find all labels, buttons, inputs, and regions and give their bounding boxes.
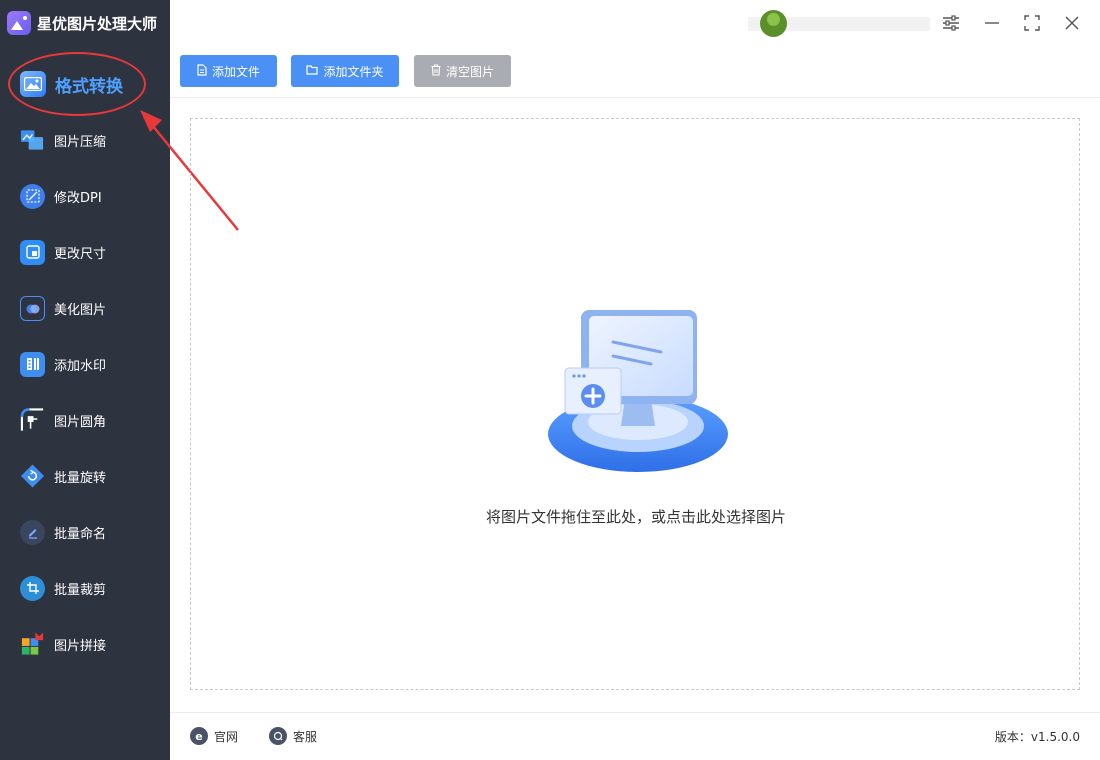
sidebar-item-label: 添加水印: [54, 358, 107, 374]
resize-icon: [20, 239, 45, 265]
sidebar-item-label: 图片压缩: [54, 134, 107, 150]
add-folder-button[interactable]: 添加文件夹: [291, 55, 399, 87]
sidebar-item-watermark[interactable]: 添加水印: [0, 336, 170, 392]
sidebar-item-resize[interactable]: 更改尺寸: [0, 224, 170, 280]
sidebar-item-label: 格式转换: [55, 76, 123, 97]
customer-service-label: 客服: [293, 729, 318, 744]
sidebar-item-rounded-corner[interactable]: 图片圆角: [0, 392, 170, 448]
sidebar-item-label: 图片拼接: [54, 638, 107, 654]
crop-icon: [20, 575, 45, 601]
folder-icon: [306, 64, 319, 78]
sidebar-item-stitch[interactable]: 图片拼接: [0, 616, 170, 672]
file-icon: [197, 63, 207, 79]
compress-icon: [20, 128, 45, 153]
sidebar-item-label: 图片圆角: [54, 414, 107, 430]
sidebar-item-format-convert[interactable]: 格式转换: [0, 56, 170, 112]
minimize-icon[interactable]: [981, 12, 1003, 34]
sidebar-item-beautify[interactable]: 美化图片: [0, 280, 170, 336]
drop-hint-text: 将图片文件拖住至此处，或点击此处选择图片: [485, 508, 786, 526]
image-drop-zone[interactable]: 将图片文件拖住至此处，或点击此处选择图片: [190, 118, 1080, 690]
title-bar: [170, 0, 1100, 46]
sidebar-nav: 格式转换 图片压缩 修改DPI 更改尺寸 美化图片 添加水印 图片圆角 批量旋转…: [0, 56, 170, 672]
stitch-icon: [20, 632, 45, 657]
toolbar: 添加文件 添加文件夹 清空图片: [170, 46, 1100, 98]
avatar[interactable]: [760, 10, 787, 37]
add-file-button[interactable]: 添加文件: [180, 55, 277, 87]
website-link[interactable]: e 官网: [190, 727, 238, 745]
clear-images-button[interactable]: 清空图片: [414, 55, 511, 87]
footer: e 官网 客服 版本：v1.5.0.0: [170, 712, 1100, 760]
sidebar-item-crop[interactable]: 批量裁剪: [0, 560, 170, 616]
maximize-icon[interactable]: [1021, 12, 1043, 34]
version-text: 版本：v1.5.0.0: [994, 730, 1080, 744]
clear-images-label: 清空图片: [445, 64, 494, 79]
sidebar-item-label: 批量命名: [54, 526, 107, 542]
format-convert-icon: [20, 71, 46, 97]
sidebar-item-compress[interactable]: 图片压缩: [0, 112, 170, 168]
beautify-icon: [20, 295, 45, 321]
app-title: 星优图片处理大师: [37, 14, 158, 33]
sidebar-item-dpi[interactable]: 修改DPI: [0, 168, 170, 224]
chat-icon: [269, 727, 287, 745]
sidebar-item-label: 修改DPI: [54, 190, 102, 206]
rename-icon: [20, 519, 45, 545]
add-folder-label: 添加文件夹: [323, 64, 384, 79]
app-brand: 星优图片处理大师: [0, 0, 170, 46]
trash-icon: [431, 63, 441, 79]
sidebar-item-rename[interactable]: 批量命名: [0, 504, 170, 560]
sidebar-item-label: 批量裁剪: [54, 582, 107, 598]
sidebar-item-rotate[interactable]: 批量旋转: [0, 448, 170, 504]
add-file-label: 添加文件: [211, 64, 260, 79]
settings-sliders-icon[interactable]: [940, 12, 962, 34]
sidebar-item-label: 更改尺寸: [54, 246, 107, 262]
sidebar: 星优图片处理大师 格式转换 图片压缩 修改DPI 更改尺寸 美化图片 添加水印 …: [0, 0, 170, 760]
sidebar-item-label: 批量旋转: [54, 470, 107, 486]
watermark-icon: [20, 351, 45, 377]
ie-browser-icon: e: [190, 727, 208, 745]
website-label: 官网: [214, 729, 239, 744]
rounded-corner-icon: [20, 408, 45, 433]
customer-service-link[interactable]: 客服: [269, 727, 317, 745]
upload-monitor-illustration: [548, 310, 728, 472]
close-icon[interactable]: [1061, 12, 1083, 34]
rotate-icon: [20, 464, 45, 489]
dpi-icon: [20, 183, 45, 209]
sidebar-item-label: 美化图片: [54, 302, 107, 318]
app-logo-icon: [7, 11, 31, 35]
